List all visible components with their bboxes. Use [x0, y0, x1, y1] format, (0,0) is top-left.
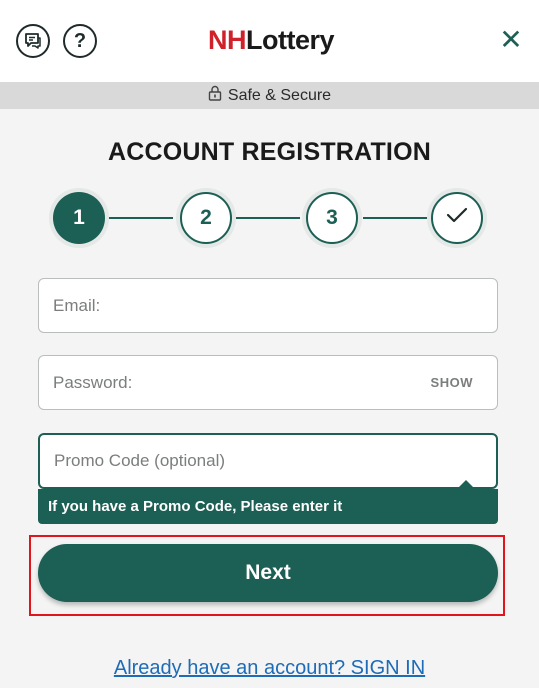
show-password-button[interactable]: SHOW	[431, 375, 473, 390]
secure-label: Safe & Secure	[227, 86, 332, 104]
secure-banner: Safe & Secure	[0, 82, 539, 109]
step-1-label: 1	[73, 206, 85, 229]
close-icon[interactable]: ✕	[496, 25, 526, 55]
step-3: 3	[306, 192, 358, 244]
nh-lottery-logo: NH Lottery	[208, 22, 335, 58]
chat-icon[interactable]	[16, 24, 50, 58]
logo-lottery: Lottery	[246, 24, 335, 55]
next-label: Next	[245, 561, 291, 584]
logo-nh: NH	[208, 24, 247, 55]
sign-in-link[interactable]: Already have an account? SIGN IN	[0, 657, 539, 680]
step-2-label: 2	[200, 206, 212, 229]
next-button[interactable]: Next	[38, 544, 498, 602]
close-glyph: ✕	[499, 24, 523, 55]
password-placeholder: Password:	[53, 372, 133, 392]
step-3-label: 3	[326, 206, 338, 229]
step-connector	[236, 217, 300, 219]
promo-tooltip-text: If you have a Promo Code, Please enter i…	[48, 498, 343, 515]
lock-icon	[208, 85, 222, 106]
password-field[interactable]: Password: SHOW	[38, 355, 498, 410]
step-1: 1	[53, 192, 105, 244]
promo-code-field[interactable]: Promo Code (optional)	[38, 433, 498, 489]
promo-placeholder: Promo Code (optional)	[54, 451, 226, 470]
help-icon[interactable]: ?	[63, 24, 97, 58]
page-title: ACCOUNT REGISTRATION	[108, 138, 431, 166]
step-connector	[363, 217, 427, 219]
tooltip-arrow	[457, 480, 475, 489]
promo-tooltip: If you have a Promo Code, Please enter i…	[38, 489, 498, 524]
help-glyph: ?	[73, 29, 87, 52]
email-placeholder: Email:	[53, 295, 101, 315]
step-2: 2	[180, 192, 232, 244]
progress-stepper: 1 2 3	[51, 190, 485, 246]
email-field[interactable]: Email:	[38, 278, 498, 333]
app-header: ? NH Lottery ✕	[0, 0, 539, 82]
step-complete	[431, 192, 483, 244]
check-icon	[446, 206, 468, 230]
step-connector	[109, 217, 173, 219]
